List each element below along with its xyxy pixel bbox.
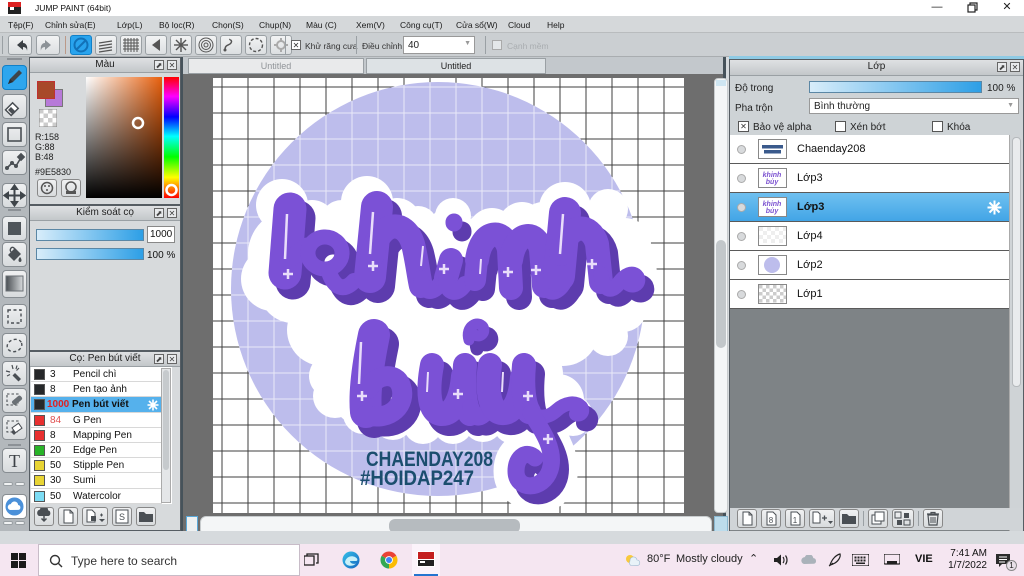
svg-text:khinh: khinh [763,201,782,208]
svg-text:8: 8 [769,516,774,525]
svg-text:T: T [9,451,20,471]
svg-text:bủy: bủy [766,179,780,186]
svg-text:bủy: bủy [766,208,780,215]
svg-text:#HOIDAP247: #HOIDAP247 [360,466,474,490]
svg-text:khinh: khinh [763,172,782,179]
svg-text:1: 1 [793,516,798,525]
svg-text:S: S [119,512,125,522]
